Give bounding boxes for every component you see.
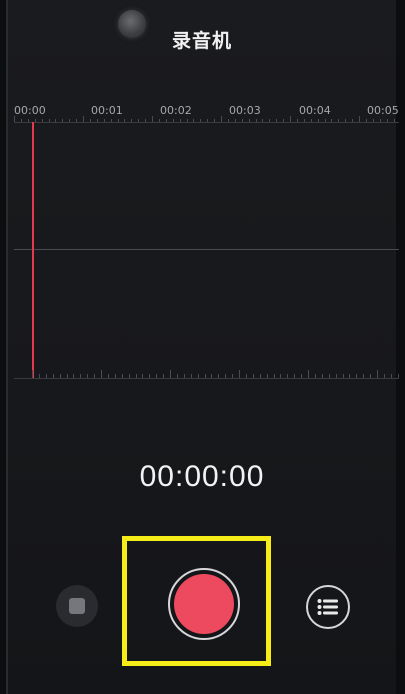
waveform-minor-tick: [211, 374, 213, 378]
stop-button[interactable]: [56, 585, 98, 627]
waveform-minor-tick: [38, 374, 40, 378]
waveform-center-line: [14, 249, 399, 250]
ruler-tick: 00:04: [299, 104, 331, 117]
waveform-minor-tick: [156, 374, 158, 378]
waveform-minor-tick: [294, 374, 296, 378]
waveform-minor-tick: [314, 374, 316, 378]
waveform-minor-tick: [59, 374, 61, 378]
waveform-minor-tick: [101, 370, 102, 378]
waveform-minor-tick: [80, 374, 82, 378]
waveform-minor-tick: [32, 370, 33, 378]
waveform-minor-tick: [363, 374, 365, 378]
waveform-minor-tick: [335, 374, 337, 378]
waveform-minor-tick: [128, 374, 130, 378]
playhead[interactable]: [32, 122, 34, 378]
app-title: 录音机: [171, 31, 232, 52]
waveform-minor-tick: [204, 374, 206, 378]
waveform-minor-tick: [280, 374, 282, 378]
waveform-minor-tick: [94, 374, 96, 378]
waveform-minor-tick: [66, 374, 68, 378]
waveform-minor-tick: [197, 374, 199, 378]
waveform-minor-tick: [114, 374, 116, 378]
waveform-minor-tick: [225, 374, 227, 378]
waveform-bottom-line: [14, 378, 399, 379]
waveform-minor-tick: [349, 374, 351, 378]
elapsed-timer: 00:00:00: [139, 460, 265, 493]
ruler-tick: 00:00: [14, 104, 46, 117]
waveform-minor-tick: [245, 374, 247, 378]
waveform-minor-tick: [52, 374, 54, 378]
recordings-list-button[interactable]: [306, 585, 350, 629]
waveform-minor-tick: [170, 370, 171, 378]
waveform-minor-tick: [342, 374, 344, 378]
waveform-minor-tick: [259, 374, 261, 378]
waveform-minor-tick: [266, 374, 268, 378]
highlight-box: [122, 536, 271, 666]
waveform-minor-tick: [73, 374, 75, 378]
ruler-tick: 00:02: [160, 104, 192, 117]
waveform-minor-tick: [397, 374, 399, 378]
waveform-minor-tick: [87, 374, 89, 378]
waveform-minor-tick: [176, 374, 178, 378]
waveform-minor-tick: [45, 374, 47, 378]
ruler-tick: 00:01: [91, 104, 123, 117]
waveform-minor-tick: [135, 374, 137, 378]
waveform-minor-tick: [218, 374, 220, 378]
stop-icon: [69, 598, 85, 614]
waveform-minor-tick: [301, 374, 303, 378]
waveform-minor-tick: [190, 374, 192, 378]
waveform-minor-tick: [252, 374, 254, 378]
waveform-minor-tick: [273, 374, 275, 378]
ruler-tick: 00:03: [229, 104, 261, 117]
ruler-tick: 00:05: [367, 104, 399, 117]
waveform-minor-tick: [377, 370, 378, 378]
waveform-minor-tick: [328, 374, 330, 378]
waveform-minor-tick: [183, 374, 185, 378]
waveform-minor-tick: [287, 374, 289, 378]
waveform-minor-tick: [383, 374, 385, 378]
waveform-minor-tick: [321, 374, 323, 378]
waveform-minor-tick: [121, 374, 123, 378]
waveform-minor-tick: [142, 374, 144, 378]
waveform-minor-tick: [232, 374, 234, 378]
waveform-minor-tick: [107, 374, 109, 378]
waveform-minor-tick: [356, 374, 358, 378]
waveform-minor-tick: [308, 370, 309, 378]
waveform-minor-tick: [163, 374, 165, 378]
waveform-minor-tick: [370, 374, 372, 378]
waveform-area[interactable]: [14, 122, 405, 380]
waveform-minor-tick: [149, 374, 151, 378]
waveform-minor-tick: [390, 374, 392, 378]
waveform-minor-tick: [239, 370, 240, 378]
list-icon: [317, 599, 338, 615]
